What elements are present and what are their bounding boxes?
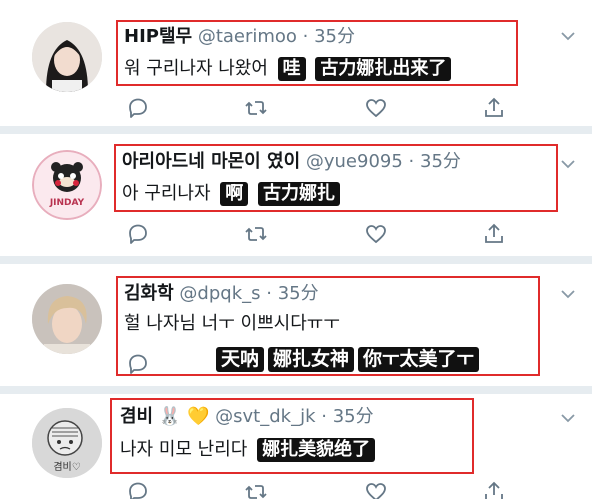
tweet-header: HIP탤무 @taerimoo · 35分 [124, 26, 355, 48]
retweet-icon[interactable] [244, 96, 270, 122]
chevron-down-icon[interactable] [560, 410, 576, 426]
action-bar [126, 222, 516, 248]
avatar[interactable]: JINDAY [32, 150, 102, 220]
tweet-text: 나자 미모 난리다 娜扎美貌绝了 [120, 438, 376, 462]
subtitle: 娜扎美貌绝了 [257, 438, 376, 462]
username[interactable]: @svt_dk_jk [215, 406, 315, 427]
subtitle: 古力娜扎出来了 [315, 57, 452, 81]
avatar-caption: JINDAY [49, 198, 85, 208]
tweet-body: 아 구리나자 [122, 183, 211, 204]
username[interactable]: @dpqk_s [179, 283, 260, 304]
separator [0, 386, 592, 394]
retweet-icon[interactable] [244, 480, 270, 499]
subtitle: 啊 [220, 182, 249, 206]
subtitle-overlay: 天呐 娜扎女神 你ㅜ太美了ㅜ [216, 344, 483, 372]
reply-icon[interactable] [126, 222, 152, 248]
username[interactable]: @taerimoo [198, 26, 297, 47]
username[interactable]: @yue9095 [306, 151, 403, 172]
tweet-header: 겸비 🐰 💛 @svt_dk_jk · 35分 [120, 406, 374, 428]
subtitle: 娜扎女神 [268, 347, 355, 372]
avatar[interactable] [32, 284, 102, 354]
separator [0, 256, 592, 264]
reply-icon[interactable] [126, 352, 152, 378]
avatar[interactable]: 겸비♡ [32, 408, 102, 478]
tweet-body: 헐 나자님 너ㅜ 이쁘시다ㅠㅜ [124, 313, 340, 334]
reply-icon[interactable] [126, 480, 152, 499]
share-icon[interactable] [482, 480, 508, 499]
dot-separator: · [260, 283, 278, 304]
tweet-body: 나자 미모 난리다 [120, 439, 248, 460]
subtitle: 古力娜扎 [258, 182, 340, 206]
subtitle: 天呐 [216, 347, 265, 372]
tweet-text: 워 구리나자 나왔어 哇 古力娜扎出来了 [124, 57, 452, 81]
tweet-4[interactable]: 겸비♡ 겸비 🐰 💛 @svt_dk_jk · 35分 나자 미모 난리다 娜扎… [0, 394, 592, 499]
timestamp[interactable]: 35分 [333, 406, 374, 427]
reply-icon[interactable] [126, 96, 152, 122]
share-icon[interactable] [482, 222, 508, 248]
like-icon[interactable] [364, 96, 390, 122]
subtitle: 哇 [277, 57, 306, 81]
timestamp[interactable]: 35分 [314, 26, 355, 47]
display-name[interactable]: HIP탤무 [124, 26, 192, 47]
tweet-3[interactable]: 김화학 @dpqk_s · 35分 헐 나자님 너ㅜ 이쁘시다ㅠㅜ 天呐 娜扎女神… [0, 264, 592, 386]
chevron-down-icon[interactable] [560, 156, 576, 172]
display-name[interactable]: 김화학 [124, 283, 174, 304]
emoji: 🐰 💛 [158, 406, 210, 427]
timestamp[interactable]: 35分 [420, 151, 461, 172]
dot-separator: · [315, 406, 333, 427]
chevron-down-icon[interactable] [560, 286, 576, 302]
retweet-icon[interactable] [244, 222, 270, 248]
tweet-2[interactable]: JINDAY 아리아드네 마몬이 였이 @yue9095 · 35分 아 구리나… [0, 134, 592, 256]
chevron-down-icon[interactable] [560, 28, 576, 44]
action-bar [126, 96, 516, 122]
like-icon[interactable] [364, 480, 390, 499]
share-icon[interactable] [482, 96, 508, 122]
action-bar [126, 480, 516, 499]
timestamp[interactable]: 35分 [278, 283, 319, 304]
display-name[interactable]: 겸비 [120, 406, 153, 427]
dot-separator: · [402, 151, 420, 172]
tweet-text: 헐 나자님 너ㅜ 이쁘시다ㅠㅜ [124, 312, 340, 336]
tweet-header: 아리아드네 마몬이 였이 @yue9095 · 35分 [122, 151, 461, 173]
subtitle: 你ㅜ太美了ㅜ [358, 347, 479, 372]
tweet-body: 워 구리나자 나왔어 [124, 58, 268, 79]
tweet-1[interactable]: HIP탤무 @taerimoo · 35分 워 구리나자 나왔어 哇 古力娜扎出… [0, 0, 592, 126]
tweet-text: 아 구리나자 啊 古力娜扎 [122, 182, 340, 206]
avatar-caption: 겸비♡ [53, 462, 81, 473]
separator [0, 126, 592, 134]
avatar[interactable] [32, 22, 102, 92]
tweet-header: 김화학 @dpqk_s · 35分 [124, 283, 319, 305]
display-name[interactable]: 아리아드네 마몬이 였이 [122, 151, 300, 172]
like-icon[interactable] [364, 222, 390, 248]
dot-separator: · [296, 26, 315, 47]
